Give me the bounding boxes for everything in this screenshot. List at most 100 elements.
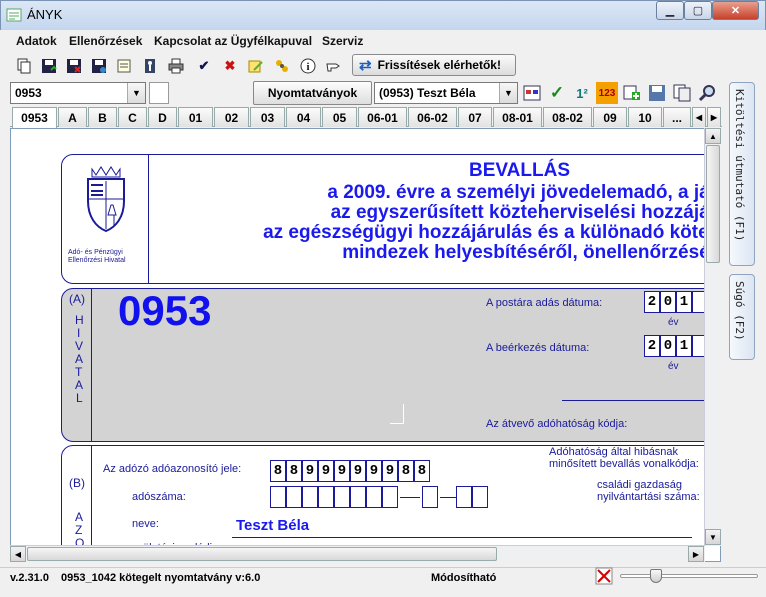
zoom-slider-thumb[interactable] [650, 569, 662, 583]
disk-icon[interactable] [646, 82, 668, 104]
taxid-digit[interactable]: 9 [382, 460, 398, 482]
tab-08-02[interactable]: 08-02 [543, 107, 592, 127]
menu-ellenorzesek[interactable]: Ellenőrzések [69, 34, 142, 48]
taxnum-digit[interactable] [422, 486, 438, 508]
chevron-down-icon[interactable]: ▼ [499, 83, 517, 103]
taxnum-digit[interactable] [270, 486, 286, 508]
updates-available-button[interactable]: ⇄ Frissítések elérhetők! [352, 54, 516, 76]
info-icon[interactable]: i [298, 56, 318, 76]
copy-page-icon[interactable] [671, 82, 693, 104]
taxnum-digit[interactable] [382, 486, 398, 508]
tab-02[interactable]: 02 [214, 107, 249, 127]
taxnum-digit[interactable] [334, 486, 350, 508]
attachment-icon[interactable] [272, 56, 292, 76]
zoom-slider[interactable] [620, 569, 758, 583]
tab-06-02[interactable]: 06-02 [408, 107, 457, 127]
taxid-field[interactable]: 8 8 9 9 9 9 9 9 8 8 [270, 460, 434, 484]
taxid-digit[interactable]: 9 [302, 460, 318, 482]
taxnum-digit[interactable] [350, 486, 366, 508]
taxid-digit[interactable]: 8 [414, 460, 430, 482]
copy-icon[interactable] [14, 56, 34, 76]
menu-adatok[interactable]: Adatok [16, 34, 57, 48]
menu-szerviz[interactable]: Szerviz [322, 34, 363, 48]
scroll-up-icon[interactable]: ▲ [705, 128, 721, 144]
printer-preview-icon[interactable] [114, 56, 134, 76]
forms-button[interactable]: Nyomtatványok [253, 81, 372, 105]
print-icon[interactable] [166, 56, 186, 76]
scroll-down-icon[interactable]: ▼ [705, 529, 721, 545]
edit-note-icon[interactable] [246, 56, 266, 76]
name-value[interactable]: Teszt Béla [236, 517, 309, 534]
taxid-digit[interactable]: 8 [270, 460, 286, 482]
taxnum-digit[interactable] [286, 486, 302, 508]
tab-09[interactable]: 09 [593, 107, 627, 127]
taxid-digit[interactable]: 9 [334, 460, 350, 482]
horizontal-scrollbar[interactable]: ◀ ▶ [10, 545, 705, 562]
tab-07[interactable]: 07 [458, 107, 492, 127]
save-icon[interactable] [39, 56, 59, 76]
tab-0953[interactable]: 0953 [12, 107, 57, 128]
taxid-digit[interactable]: 8 [398, 460, 414, 482]
taxnum-field[interactable] [270, 486, 488, 510]
year-digit[interactable]: 2 [644, 335, 660, 357]
document-icon[interactable] [149, 82, 169, 104]
taxid-digit[interactable]: 9 [350, 460, 366, 482]
scroll-left-icon[interactable]: ◀ [10, 546, 26, 562]
taxid-digit[interactable]: 8 [286, 460, 302, 482]
taxid-digit[interactable]: 9 [318, 460, 334, 482]
maximize-button[interactable]: ▢ [684, 1, 712, 20]
taxid-digit[interactable]: 9 [366, 460, 382, 482]
vertical-scroll-thumb[interactable] [706, 145, 720, 263]
tab-05[interactable]: 05 [322, 107, 357, 127]
close-button[interactable]: ✕ [712, 1, 759, 20]
taxnum-digit[interactable] [318, 486, 334, 508]
tab-scroll-left-icon[interactable]: ◀ [692, 107, 706, 127]
year-digit[interactable]: 0 [660, 335, 676, 357]
pointing-hand-icon[interactable] [324, 56, 344, 76]
vertical-scrollbar[interactable]: ▲ ▼ [704, 128, 721, 546]
taxnum-digit[interactable] [366, 486, 382, 508]
tab-d[interactable]: D [148, 107, 177, 127]
taxnum-digit[interactable] [456, 486, 472, 508]
green-check-icon[interactable]: ✓ [546, 82, 568, 104]
tab-08-01[interactable]: 08-01 [493, 107, 542, 127]
updates-label: Frissítések elérhetők! [377, 58, 501, 72]
year-digit[interactable]: 2 [644, 291, 660, 313]
edit-lock-icon[interactable] [594, 566, 614, 586]
tab-b[interactable]: B [88, 107, 117, 127]
scroll-right-icon[interactable]: ▶ [688, 546, 704, 562]
check-icon[interactable]: ✔ [194, 56, 214, 76]
minimize-button[interactable]: ▁ [656, 1, 684, 20]
form-view-icon[interactable] [521, 82, 543, 104]
chevron-down-icon[interactable]: ▼ [127, 83, 145, 103]
help-tab[interactable]: Súgó (F2) [729, 274, 755, 360]
tab-04[interactable]: 04 [286, 107, 321, 127]
ordering-icon[interactable]: 123 [596, 82, 618, 104]
tab-a[interactable]: A [58, 107, 87, 127]
tab-scroll-right-icon[interactable]: ▶ [707, 107, 721, 127]
save-as-icon[interactable] [89, 56, 109, 76]
menu-ugyfelkapu[interactable]: Kapcsolat az Ügyfélkapuval [154, 34, 312, 48]
magnifier-icon[interactable] [696, 82, 718, 104]
taxnum-digit[interactable] [472, 486, 488, 508]
tab-06-01[interactable]: 06-01 [358, 107, 407, 127]
tab-c[interactable]: C [118, 107, 147, 127]
save-close-icon[interactable] [64, 56, 84, 76]
year-digit[interactable]: 1 [676, 335, 692, 357]
form-selector[interactable]: 0953 ▼ [10, 82, 146, 104]
tab-01[interactable]: 01 [178, 107, 213, 127]
year-label: év [668, 317, 679, 328]
add-page-icon[interactable] [621, 82, 643, 104]
numbering-icon[interactable]: 1² [571, 82, 593, 104]
delete-icon[interactable]: ✖ [220, 56, 240, 76]
year-digit[interactable]: 0 [660, 291, 676, 313]
taxpayer-selector[interactable]: (0953) Teszt Béla ▼ [374, 82, 518, 104]
tab-10[interactable]: 10 [628, 107, 662, 127]
tab-03[interactable]: 03 [250, 107, 285, 127]
tab-more[interactable]: ... [663, 107, 691, 127]
horizontal-scroll-thumb[interactable] [27, 547, 497, 561]
year-digit[interactable]: 1 [676, 291, 692, 313]
key-icon[interactable] [140, 56, 160, 76]
taxnum-digit[interactable] [302, 486, 318, 508]
fill-guide-tab[interactable]: Kitöltési útmutató (F1) [729, 82, 755, 266]
